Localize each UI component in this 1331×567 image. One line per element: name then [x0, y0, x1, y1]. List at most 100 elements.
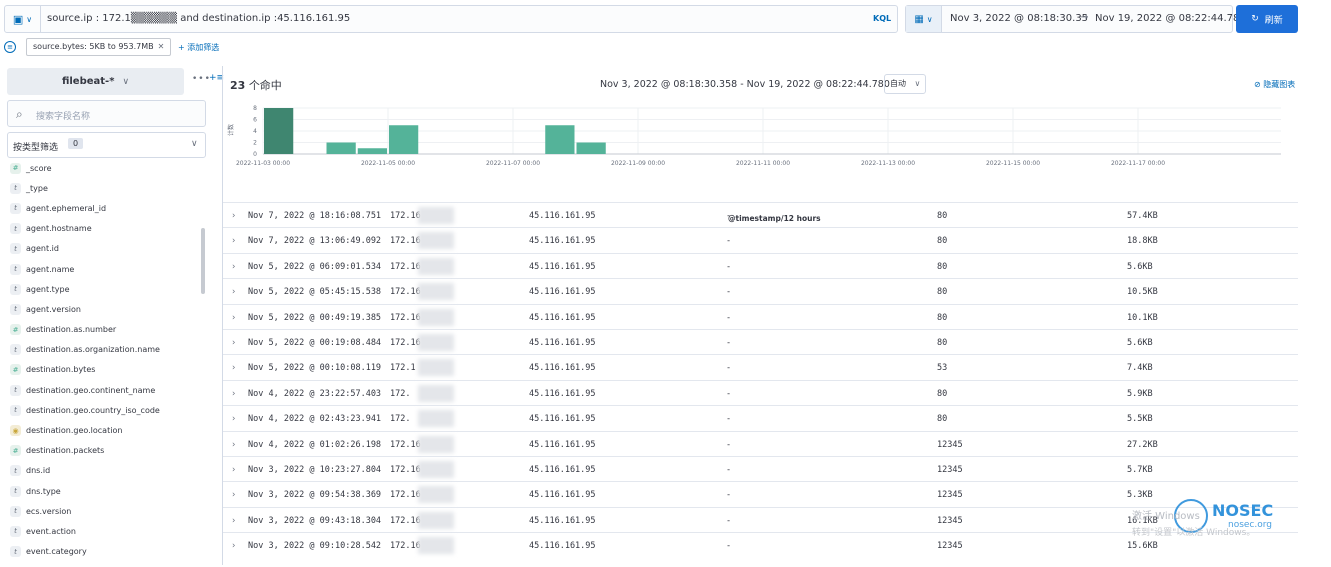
expand-row-icon[interactable]: ›: [232, 287, 235, 297]
date-start[interactable]: Nov 3, 2022 @ 08:18:30.35: [950, 13, 1088, 24]
hide-chart-button[interactable]: ⊘ 隐藏图表: [1254, 79, 1295, 90]
string-type-icon: t: [10, 202, 21, 214]
table-row[interactable]: › Nov 5, 2022 @ 00:19:08.484 172.16 45.116.…: [223, 328, 1298, 354]
expand-row-icon[interactable]: ›: [232, 490, 235, 500]
field-item[interactable]: t agent.ephemeral_id: [10, 198, 205, 218]
expand-row-icon[interactable]: ›: [232, 465, 235, 475]
query-text[interactable]: source.ip : 172.1▒▒▒▒▒▒ and destination.…: [47, 13, 350, 24]
port-cell: 12345: [937, 464, 963, 475]
field-item[interactable]: t agent.type: [10, 279, 205, 299]
document-table: › Nov 7, 2022 @ 18:16:08.751 172.16 45.116.…: [223, 202, 1298, 557]
destination-ip-cell: 45.116.161.95: [529, 541, 596, 552]
field-item[interactable]: # _score: [10, 158, 205, 178]
field-item[interactable]: # destination.packets: [10, 441, 205, 461]
field-item[interactable]: t agent.id: [10, 239, 205, 259]
expand-row-icon[interactable]: ›: [232, 516, 235, 526]
field-item[interactable]: t ecs.version: [10, 501, 205, 521]
table-row[interactable]: › Nov 4, 2022 @ 01:02:26.198 172.16 45.116.…: [223, 430, 1298, 456]
histogram-bar: [576, 142, 606, 154]
field-item[interactable]: t destination.as.organization.name: [10, 340, 205, 360]
quick-select-button[interactable]: ▦ ∨: [906, 6, 942, 32]
kql-toggle-button[interactable]: KQL: [873, 14, 891, 23]
refresh-button[interactable]: ↻ 刷新: [1236, 5, 1298, 33]
filter-bar: ≡ source.bytes: 5KB to 953.7MB ✕ + 添加筛选: [4, 38, 404, 58]
field-item[interactable]: t event.category: [10, 542, 205, 562]
watermark: 激活 Windows 转到"设置"以激活 Windows。 NOSEC nose…: [1132, 499, 1282, 547]
table-row[interactable]: › Nov 5, 2022 @ 06:09:01.534 172.16 45.116.…: [223, 252, 1298, 278]
add-filter-button[interactable]: + 添加筛选: [178, 42, 219, 53]
field-item[interactable]: t event.action: [10, 521, 205, 541]
date-picker[interactable]: ▦ ∨ Nov 3, 2022 @ 08:18:30.35 → Nov 19, …: [905, 5, 1239, 33]
saved-query-button[interactable]: ▣ ∨: [5, 6, 41, 32]
field-item[interactable]: t dns.id: [10, 461, 205, 481]
x-tick-label: 2022-11-07 00:00: [486, 160, 540, 167]
table-row[interactable]: › Nov 5, 2022 @ 05:45:15.538 172.16 45.116.…: [223, 278, 1298, 303]
empty-cell: -: [726, 337, 732, 348]
bytes-cell: 5.9KB: [1127, 388, 1153, 399]
destination-ip-cell: 45.116.161.95: [529, 388, 596, 399]
type-filter-dropdown[interactable]: 按类型筛选 0 ∨: [7, 132, 206, 158]
field-item[interactable]: t agent.version: [10, 299, 205, 319]
table-row[interactable]: › Nov 5, 2022 @ 00:10:08.119 172.1 45.116.1…: [223, 354, 1298, 379]
expand-row-icon[interactable]: ›: [232, 236, 235, 246]
index-pattern-selector[interactable]: filebeat-* ∨: [7, 68, 184, 95]
field-item[interactable]: t agent.name: [10, 259, 205, 279]
hide-chart-label: 隐藏图表: [1263, 80, 1296, 89]
filter-menu-icon[interactable]: ≡: [4, 41, 16, 53]
field-search-input[interactable]: ⌕ 搜索字段名称: [7, 100, 206, 127]
redacted-ip-mask: [418, 537, 454, 555]
timestamp-cell: Nov 5, 2022 @ 00:49:19.385: [248, 312, 382, 323]
field-item[interactable]: t destination.geo.continent_name: [10, 380, 205, 400]
field-item[interactable]: ◉ destination.geo.location: [10, 420, 205, 440]
table-row[interactable]: › Nov 4, 2022 @ 02:43:23.941 172. 45.116.16…: [223, 405, 1298, 430]
field-item[interactable]: # destination.bytes: [10, 360, 205, 380]
port-cell: 80: [937, 287, 948, 298]
number-type-icon: #: [10, 364, 21, 376]
port-cell: 12345: [937, 541, 963, 552]
date-end[interactable]: Nov 19, 2022 @ 08:22:44.78: [1095, 13, 1239, 24]
destination-ip-cell: 45.116.161.95: [529, 287, 596, 298]
sidebar-scrollbar[interactable]: [201, 228, 205, 294]
expand-row-icon[interactable]: ›: [232, 363, 235, 373]
expand-row-icon[interactable]: ›: [232, 389, 235, 399]
port-cell: 53: [937, 363, 948, 374]
table-row[interactable]: › Nov 7, 2022 @ 18:16:08.751 172.16 45.116.…: [223, 202, 1298, 227]
source-ip-cell: 172.16: [390, 312, 421, 323]
histogram-bar: [545, 125, 575, 154]
table-row[interactable]: › Nov 5, 2022 @ 00:49:19.385 172.16 45.116.…: [223, 303, 1298, 329]
table-row[interactable]: › Nov 3, 2022 @ 10:23:27.804 172.16. 45.116…: [223, 455, 1298, 481]
redacted-ip-mask: [418, 511, 454, 529]
field-item[interactable]: t destination.geo.country_iso_code: [10, 400, 205, 420]
field-item[interactable]: # destination.as.number: [10, 320, 205, 340]
expand-row-icon[interactable]: ›: [232, 211, 235, 221]
close-icon[interactable]: ✕: [158, 42, 165, 51]
interval-select[interactable]: 自动 ∨: [884, 74, 927, 94]
bytes-cell: 18.8KB: [1127, 236, 1158, 247]
table-row[interactable]: › Nov 7, 2022 @ 13:06:49.092 172.16 45.116.…: [223, 227, 1298, 252]
empty-cell: -: [726, 490, 732, 501]
query-input[interactable]: ▣ ∨ source.ip : 172.1▒▒▒▒▒▒ and destinat…: [4, 5, 898, 33]
refresh-label: 刷新: [1264, 15, 1283, 26]
empty-cell: -: [726, 439, 732, 450]
empty-cell: -: [726, 515, 732, 526]
field-name: destination.as.number: [26, 325, 117, 335]
expand-row-icon[interactable]: ›: [232, 262, 235, 272]
table-row[interactable]: › Nov 3, 2022 @ 09:54:38.369 172.16. 45.116…: [223, 481, 1298, 506]
empty-cell: -: [726, 211, 732, 221]
field-item[interactable]: t agent.hostname: [10, 219, 205, 239]
field-name: agent.type: [26, 284, 70, 294]
bytes-cell: 5.7KB: [1127, 464, 1153, 475]
filter-pill[interactable]: source.bytes: 5KB to 953.7MB ✕: [26, 38, 172, 56]
expand-row-icon[interactable]: ›: [232, 313, 235, 323]
field-item[interactable]: t dns.type: [10, 481, 205, 501]
port-cell: 12345: [937, 439, 963, 450]
field-item[interactable]: t _type: [10, 178, 205, 198]
timestamp-cell: Nov 4, 2022 @ 02:43:23.941: [248, 414, 382, 425]
expand-row-icon[interactable]: ›: [232, 414, 235, 424]
expand-row-icon[interactable]: ›: [232, 440, 235, 450]
discover-main: 23 个命中 Nov 3, 2022 @ 08:18:30.358 - Nov …: [222, 66, 1298, 565]
table-row[interactable]: › Nov 4, 2022 @ 23:22:57.403 172. 45.116.16…: [223, 379, 1298, 405]
index-pattern-label: filebeat-*: [61, 76, 115, 87]
expand-row-icon[interactable]: ›: [232, 541, 235, 551]
expand-row-icon[interactable]: ›: [232, 338, 235, 348]
